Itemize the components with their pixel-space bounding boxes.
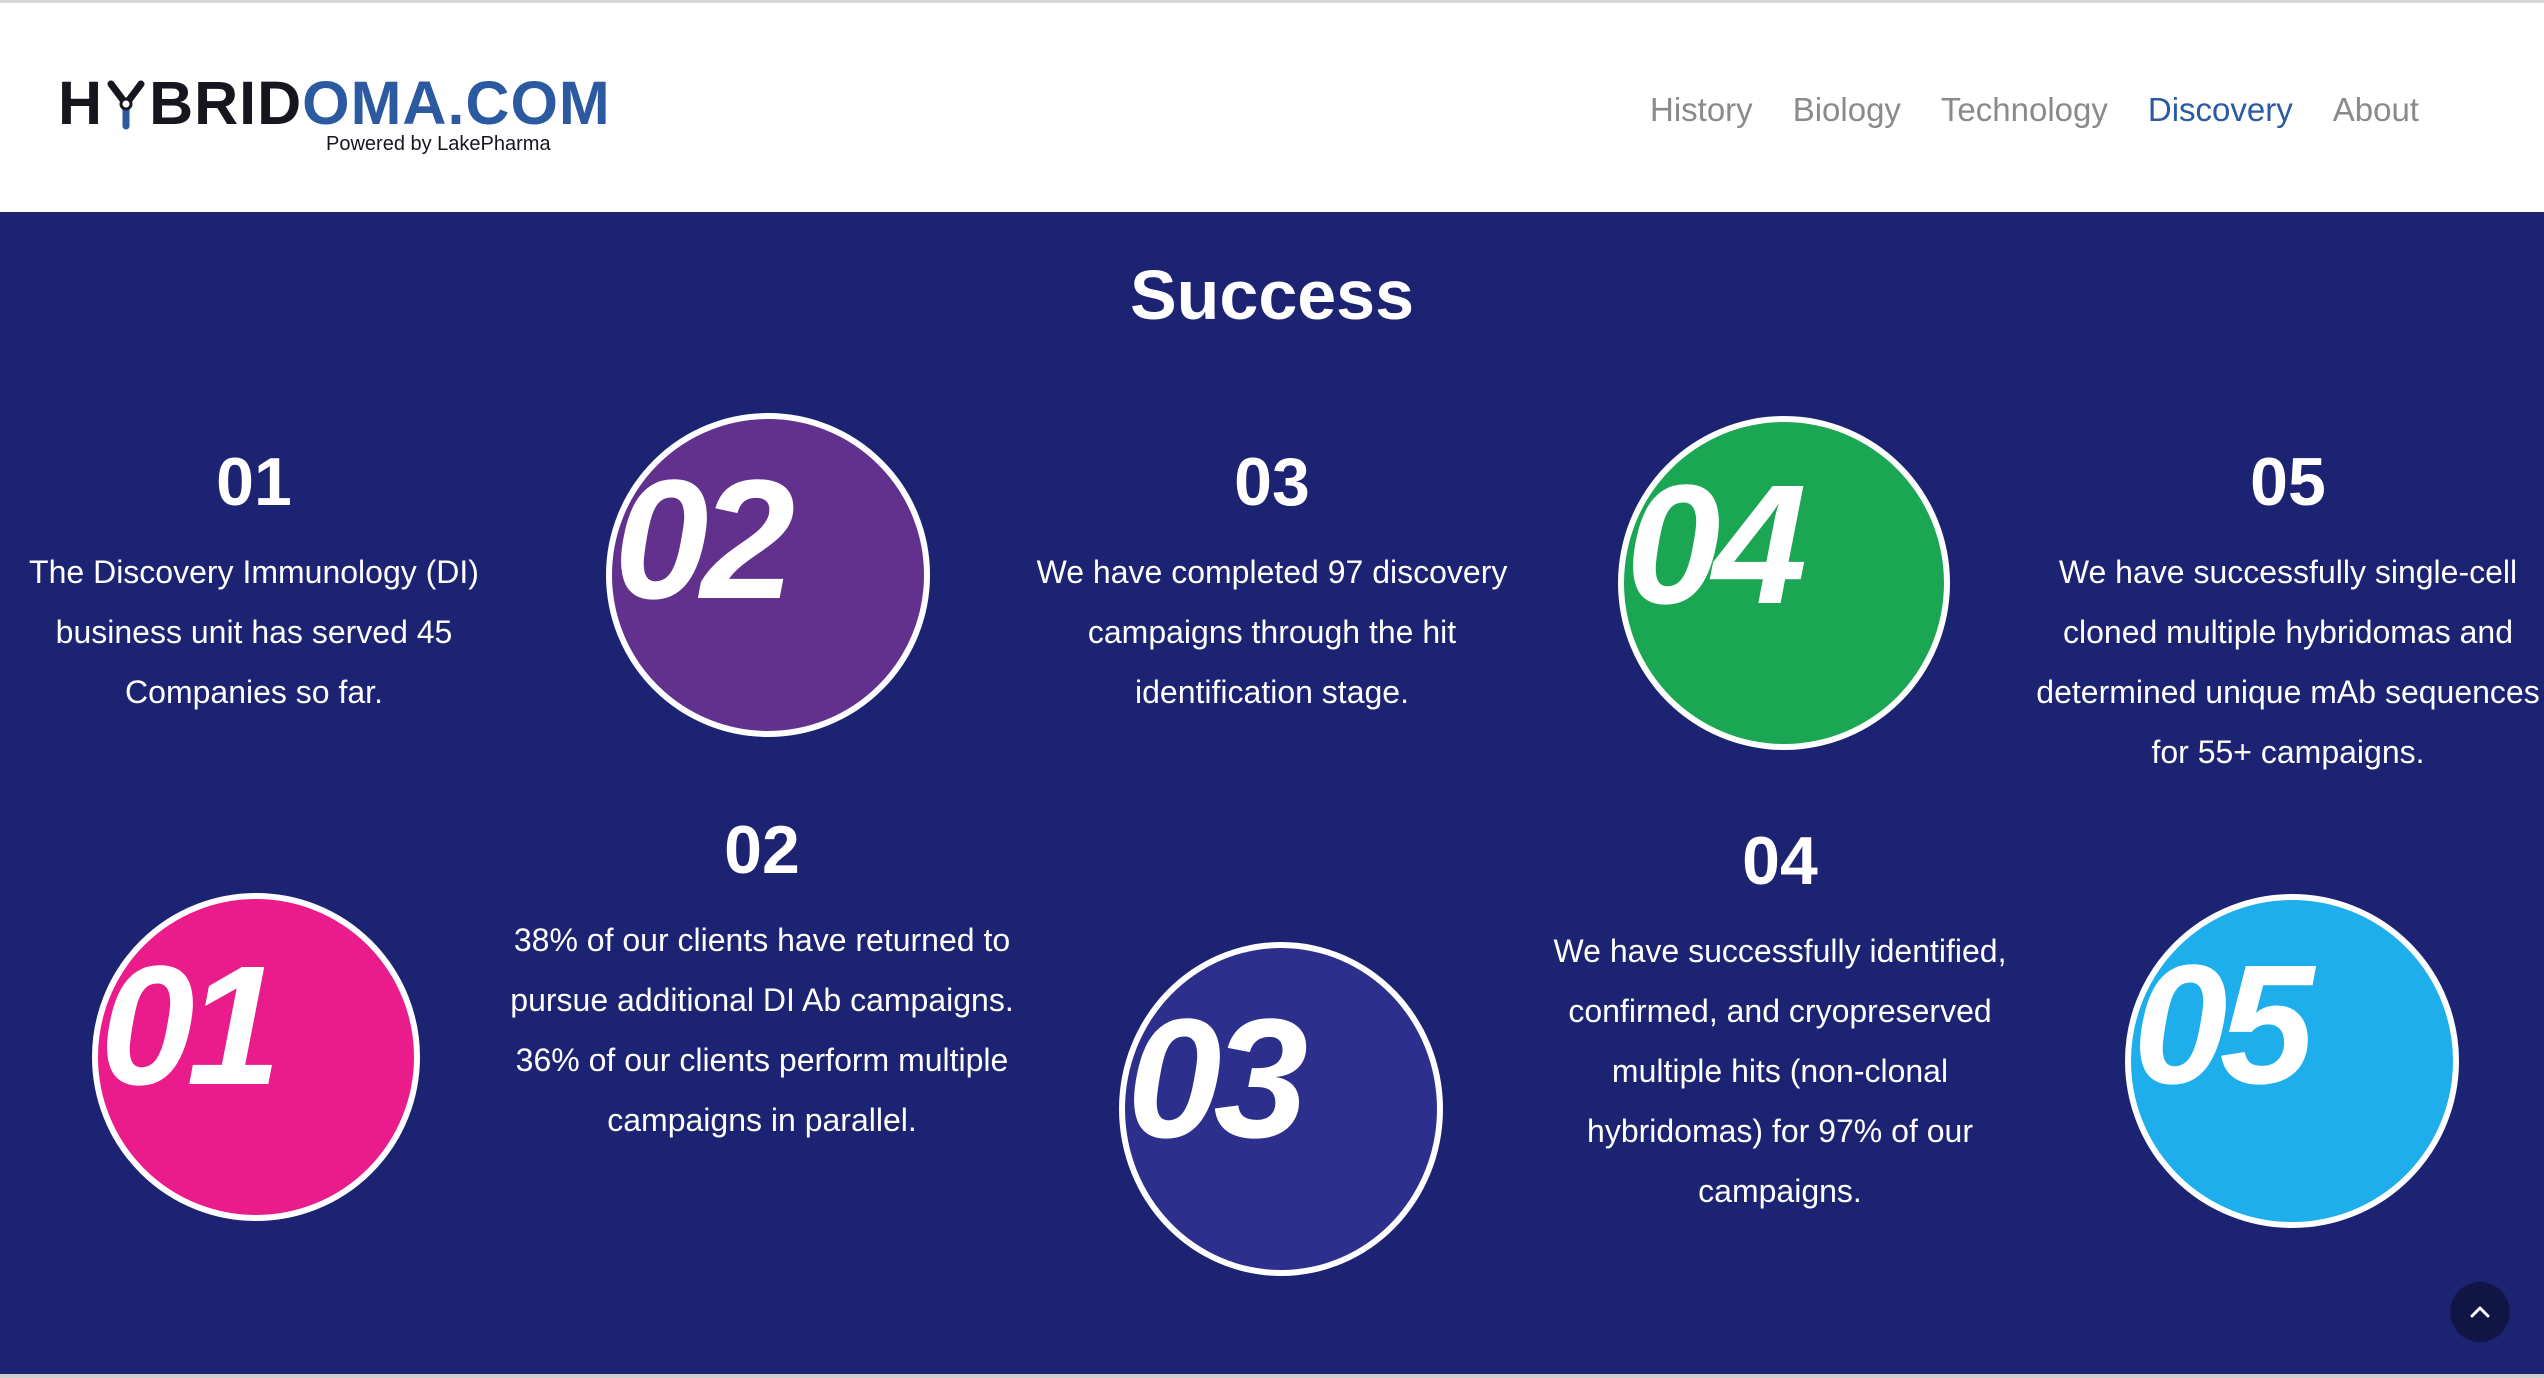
stat-number: 02 (724, 812, 800, 888)
stat-number: 04 (1742, 823, 1818, 899)
stat-number: 01 (216, 444, 292, 520)
nav-technology[interactable]: Technology (1941, 85, 2108, 135)
stat-line: confirmed, and cryopreserved (1568, 993, 1992, 1029)
logo-text-oma: OMA.COM (302, 69, 611, 137)
stat-line: identification stage. (1135, 674, 1409, 710)
badge-number: 03 (1127, 984, 1308, 1174)
badge-circle-02: 02 (606, 413, 930, 737)
nav-biology[interactable]: Biology (1793, 85, 1901, 135)
section-title: Success (1129, 256, 1415, 334)
nav-about[interactable]: About (2333, 85, 2419, 135)
logo-text-brid: BRID (149, 69, 303, 137)
badge-circle-03: 03 (1119, 942, 1443, 1276)
badge-circle-01: 01 (92, 893, 420, 1221)
nav-history[interactable]: History (1650, 85, 1753, 135)
badge-number: 02 (614, 445, 795, 635)
main-nav: History Biology Technology Discovery Abo… (1650, 85, 2459, 135)
stat-line: pursue additional DI Ab campaigns. (510, 982, 1014, 1018)
stat-description: The Discovery Immunology (DI) business u… (14, 542, 494, 722)
chevron-up-icon (2470, 1306, 2490, 1318)
logo-tagline: Powered by LakePharma (326, 133, 551, 155)
stat-line: We have successfully single-cell (2058, 554, 2518, 590)
stat-line: The Discovery Immunology (DI) (29, 554, 479, 590)
stat-line: campaigns through the hit (1087, 614, 1457, 650)
badge-number: 01 (100, 931, 281, 1121)
stat-line: cloned multiple hybridomas and (2062, 614, 2514, 650)
stat-description: We have successfully identified, confirm… (1520, 921, 2040, 1221)
badge-number: 04 (1626, 450, 1807, 640)
stat-02: 02 38% of our clients have returned to p… (502, 810, 1022, 1150)
nav-discovery[interactable]: Discovery (2148, 85, 2293, 135)
site-logo[interactable]: H BRIDOMA.COM Powered by LakePharma (58, 67, 610, 167)
stat-description: We have successfully single-cell cloned … (2028, 542, 2544, 782)
antibody-icon (107, 80, 145, 130)
stat-line: for 55+ campaigns. (2151, 734, 2425, 770)
stat-number: 03 (1234, 444, 1310, 520)
stat-line: We have successfully identified, (1553, 933, 2007, 969)
site-header: H BRIDOMA.COM Powered by LakePharma Hist… (0, 3, 2544, 212)
badge-number: 05 (2133, 930, 2314, 1120)
stat-line: business unit has served 45 (55, 614, 453, 650)
stat-line: campaigns. (1698, 1173, 1862, 1209)
scroll-to-top-button[interactable] (2450, 1282, 2510, 1342)
stat-number: 05 (2250, 444, 2326, 520)
stat-05: 05 We have successfully single-cell clon… (2028, 442, 2544, 782)
stat-01: 01 The Discovery Immunology (DI) busines… (14, 442, 494, 722)
stat-line: We have completed 97 discovery (1036, 554, 1508, 590)
badge-circle-04: 04 (1618, 416, 1950, 750)
stat-line: multiple hits (non-clonal (1611, 1053, 1949, 1089)
stat-line: 36% of our clients perform multiple (515, 1042, 1009, 1078)
logo-wordmark: H BRIDOMA.COM (58, 67, 611, 139)
stat-description: 38% of our clients have returned to purs… (502, 910, 1022, 1150)
stat-line: Companies so far. (125, 674, 383, 710)
bottom-rule (0, 1374, 2544, 1378)
stat-line: campaigns in parallel. (607, 1102, 917, 1138)
logo-text-h: H (58, 69, 104, 137)
stat-03: 03 We have completed 97 discovery campai… (1012, 442, 1532, 722)
stat-04: 04 We have successfully identified, conf… (1520, 821, 2040, 1221)
badge-circle-05: 05 (2125, 894, 2459, 1228)
stat-description: We have completed 97 discovery campaigns… (1012, 542, 1532, 722)
stat-line: determined unique mAb sequences (2036, 674, 2540, 710)
stat-line: hybridomas) for 97% of our (1587, 1113, 1973, 1149)
stat-line: 38% of our clients have returned to (513, 922, 1011, 958)
